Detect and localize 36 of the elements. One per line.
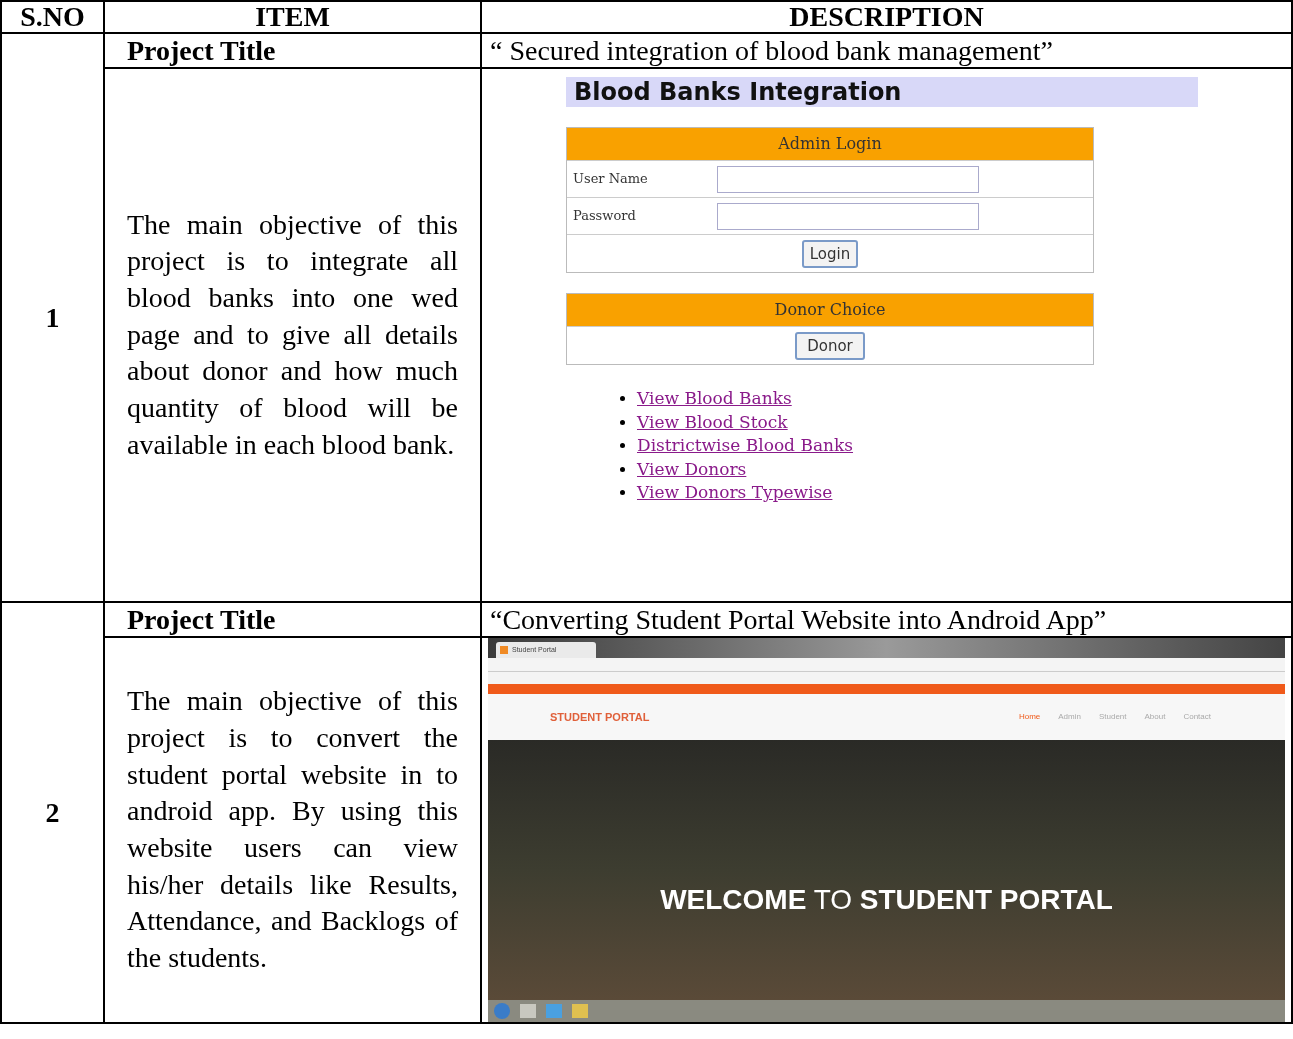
nav-link[interactable]: View Blood Banks [637,386,792,412]
donor-button[interactable]: Donor [795,331,865,360]
column-header: DESCRIPTION [481,1,1292,33]
start-icon [494,1003,510,1019]
section-header: Admin Login [567,128,1093,160]
page-heading: Blood Banks Integration [566,77,1198,107]
app-icon [572,1004,588,1018]
input-field[interactable] [717,202,979,230]
objective-text: The main objective of this project is to convert the student portal website in to android app. By using this website users can view his/her details like Results, Attendance, and Backlogs of the students. [104,637,481,1023]
row-number: 1 [1,33,104,602]
objective-text: The main objective of this project is to integrate all blood banks into one wed page and to give all details about donor and how much quantity of blood will be available in each blood bank. [104,68,481,602]
app-icon [546,1004,562,1018]
hero-title: WELCOME TO STUDENT PORTAL [660,883,1113,917]
nav-link[interactable]: View Donors [637,456,747,482]
nav-link[interactable]: View Blood Stock [637,409,788,435]
column-header: ITEM [104,1,481,33]
login-button[interactable]: Login [801,239,859,268]
bullet-icon [620,466,625,472]
brand-name: STUDENT PORTAL [550,709,650,725]
bullet-icon [620,490,625,496]
item-label: Project Title [104,33,481,68]
item-label: Project Title [104,602,481,637]
field-label: Password [572,207,637,226]
page-icon [500,646,508,654]
nav-link[interactable]: Districtwise Blood Banks [637,433,853,459]
section-header: Donor Choice [567,294,1093,326]
project-title: “ Secured integration of blood bank management” [481,33,1292,68]
bullet-icon [620,443,625,449]
bullet-icon [620,419,625,425]
field-label: User Name [572,170,649,189]
nav-link[interactable]: View Donors Typewise [637,480,833,506]
row-number: 2 [1,602,104,1023]
app-icon [520,1004,536,1018]
bullet-icon [620,396,625,402]
column-header: S.NO [1,1,104,33]
input-field[interactable] [717,165,979,193]
